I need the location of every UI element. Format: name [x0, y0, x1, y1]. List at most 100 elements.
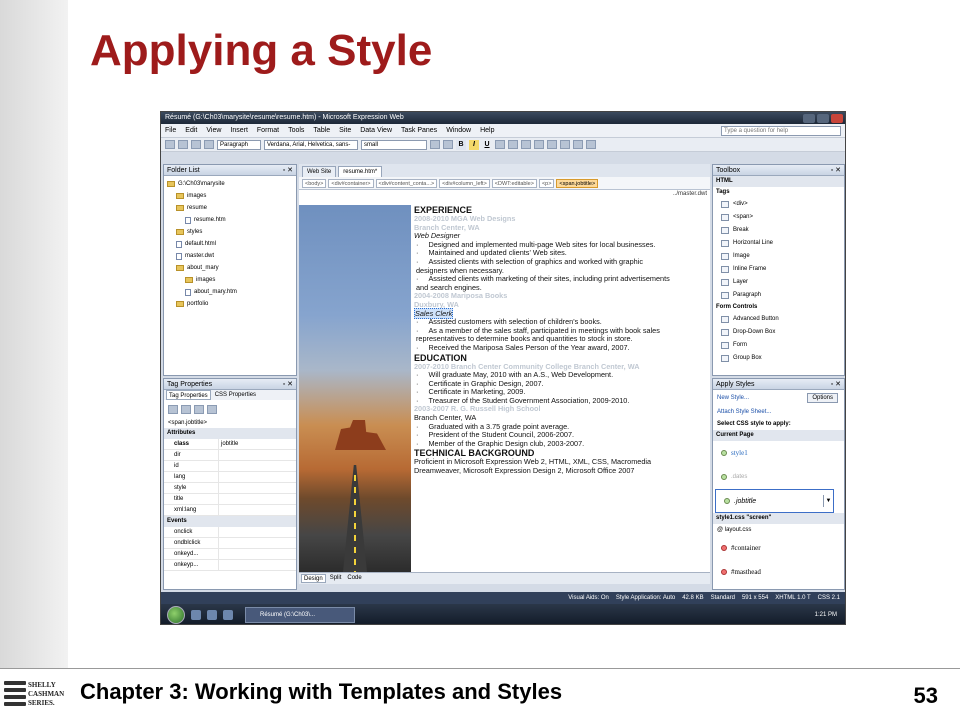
attribute-value[interactable]: [219, 505, 221, 515]
tab-design[interactable]: Design: [301, 574, 326, 583]
folder-tree-item[interactable]: images: [167, 190, 293, 202]
folder-tree-item[interactable]: resume: [167, 202, 293, 214]
folder-tree-item[interactable]: master.dwt: [167, 250, 293, 262]
event-value[interactable]: [219, 527, 221, 537]
attribute-value[interactable]: [219, 461, 221, 471]
align-center-icon[interactable]: [508, 140, 518, 149]
menu-item-file[interactable]: File: [165, 127, 176, 134]
folder-tree-item[interactable]: styles: [167, 226, 293, 238]
italic-button[interactable]: I: [469, 139, 479, 150]
quick-tag-0[interactable]: <body>: [302, 178, 327, 188]
preview-icon[interactable]: [204, 140, 214, 149]
toolbox-item[interactable]: Advanced Button: [713, 313, 844, 326]
menu-item-data-view[interactable]: Data View: [360, 127, 392, 134]
open-icon[interactable]: [178, 140, 188, 149]
tab-web-site[interactable]: Web Site: [302, 166, 337, 177]
save-icon[interactable]: [191, 140, 201, 149]
close-icon[interactable]: ▫ ✕: [283, 379, 293, 389]
attribute-value[interactable]: jobtitle: [219, 439, 238, 449]
menu-item-edit[interactable]: Edit: [185, 127, 197, 134]
tab-css-properties[interactable]: CSS Properties: [213, 390, 258, 400]
quick-tag-6[interactable]: <span.jobtitle>: [556, 178, 599, 188]
show-desktop-icon[interactable]: [191, 610, 201, 620]
event-row[interactable]: onkeyp...: [164, 560, 296, 571]
menu-item-help[interactable]: Help: [480, 127, 494, 134]
internet-explorer-icon[interactable]: [223, 610, 233, 620]
menu-item-view[interactable]: View: [206, 127, 221, 134]
new-style-link[interactable]: New Style...: [717, 392, 749, 404]
html-group[interactable]: HTML: [713, 176, 844, 187]
tab-tag-properties[interactable]: Tag Properties: [166, 390, 211, 400]
attribute-row[interactable]: style: [164, 483, 296, 494]
toolbox-item[interactable]: <span>: [713, 211, 844, 224]
event-value[interactable]: [219, 549, 221, 559]
event-icon[interactable]: [207, 404, 217, 414]
toolbox-item[interactable]: Inline Frame: [713, 263, 844, 276]
menu-item-window[interactable]: Window: [446, 127, 471, 134]
toolbox-item[interactable]: Form: [713, 339, 844, 352]
style-item-style1[interactable]: style1: [713, 441, 844, 465]
toolbox-item[interactable]: Drop-Down Box: [713, 326, 844, 339]
switch-windows-icon[interactable]: [207, 610, 217, 620]
form-controls-group[interactable]: Form Controls: [713, 302, 844, 313]
align-right-icon[interactable]: [521, 140, 531, 149]
toolbox-item[interactable]: Paragraph: [713, 289, 844, 302]
events-group[interactable]: Events: [164, 516, 296, 527]
tags-group[interactable]: Tags: [713, 187, 844, 198]
event-row[interactable]: onclick: [164, 527, 296, 538]
font-select[interactable]: Verdana, Arial, Helvetica, sans-: [264, 139, 358, 150]
folder-tree-item[interactable]: portfolio: [167, 298, 293, 310]
close-icon[interactable]: ▫ ✕: [831, 379, 841, 389]
attribute-row[interactable]: title: [164, 494, 296, 505]
menu-item-format[interactable]: Format: [257, 127, 279, 134]
attribute-row[interactable]: class jobtitle: [164, 439, 296, 450]
tab-split[interactable]: Split: [328, 574, 344, 583]
toolbox-item[interactable]: Layer: [713, 276, 844, 289]
border-icon[interactable]: [560, 140, 570, 149]
help-search-input[interactable]: Type a question for help: [721, 125, 841, 136]
style-sheet-group[interactable]: style1.css "screen": [713, 513, 844, 524]
quick-tag-2[interactable]: <div#content_conta...>: [375, 178, 438, 188]
event-row[interactable]: ondblclick: [164, 538, 296, 549]
folder-tree-item[interactable]: G:\Ch03\marysite: [167, 178, 293, 190]
toolbox-item[interactable]: Break: [713, 224, 844, 237]
align-left-icon[interactable]: [495, 140, 505, 149]
folder-tree-item[interactable]: resume.htm: [167, 214, 293, 226]
menu-item-task-panes[interactable]: Task Panes: [401, 127, 437, 134]
underline-button[interactable]: U: [482, 140, 492, 150]
quick-tag-5[interactable]: <p>: [538, 178, 555, 188]
close-icon[interactable]: ▫ ✕: [831, 165, 841, 175]
size-select[interactable]: small: [361, 139, 427, 150]
attribute-row[interactable]: lang: [164, 472, 296, 483]
attribute-value[interactable]: [219, 494, 221, 504]
quick-tag-4[interactable]: <DWT:editable>: [491, 178, 537, 188]
attach-style-sheet-link[interactable]: Attach Style Sheet...: [713, 406, 844, 418]
folder-tree-item[interactable]: about_mary.htm: [167, 286, 293, 298]
design-view[interactable]: EXPERIENCE 2008-2010 MGA Web Designs Branc…: [299, 199, 710, 572]
minimize-button[interactable]: [803, 113, 815, 123]
event-row[interactable]: onkeyd...: [164, 549, 296, 560]
toolbox-item[interactable]: <div>: [713, 198, 844, 211]
rule-masthead[interactable]: #masthead: [713, 560, 844, 584]
attribute-row[interactable]: dir: [164, 450, 296, 461]
new-icon[interactable]: [165, 140, 175, 149]
event-value[interactable]: [219, 538, 221, 548]
categorize-icon[interactable]: [168, 404, 178, 414]
show-set-icon[interactable]: [194, 404, 204, 414]
toolbox-item[interactable]: Image: [713, 250, 844, 263]
start-button-icon[interactable]: [167, 606, 185, 624]
toolbox-item[interactable]: Horizontal Line: [713, 237, 844, 250]
attribute-value[interactable]: [219, 450, 221, 460]
menu-item-site[interactable]: Site: [339, 127, 351, 134]
menu-item-tools[interactable]: Tools: [288, 127, 304, 134]
folder-tree-item[interactable]: default.html: [167, 238, 293, 250]
folder-tree-item[interactable]: images: [167, 274, 293, 286]
quick-tag-1[interactable]: <div#container>: [328, 178, 374, 188]
tab-resume[interactable]: resume.htm*: [338, 166, 383, 177]
maximize-button[interactable]: [817, 113, 829, 123]
attribute-row[interactable]: id: [164, 461, 296, 472]
current-page-group[interactable]: Current Page: [713, 430, 844, 441]
rule-container[interactable]: #container: [713, 536, 844, 560]
folder-tree-item[interactable]: about_mary: [167, 262, 293, 274]
font-color-icon[interactable]: [586, 140, 596, 149]
